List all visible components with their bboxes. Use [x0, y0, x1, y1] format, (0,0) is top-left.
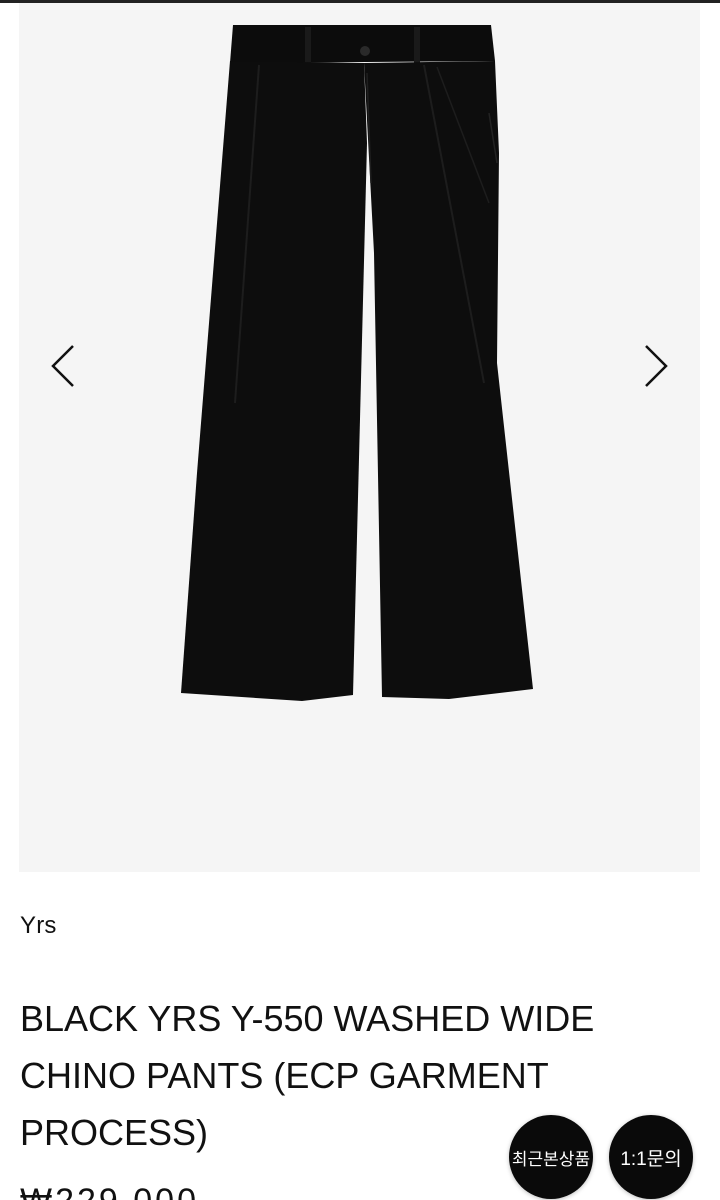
chevron-right-icon — [645, 345, 668, 387]
product-page: Yrs BLACK YRS Y-550 WASHED WIDE CHINO PA… — [0, 0, 720, 1200]
previous-image-button[interactable] — [45, 336, 85, 396]
recently-viewed-button[interactable]: 최근본상품 — [509, 1115, 593, 1199]
product-price: ₩229,000 — [20, 1182, 199, 1200]
inquiry-button[interactable]: 1:1문의 — [609, 1115, 693, 1199]
product-image — [181, 25, 533, 701]
next-image-button[interactable] — [634, 336, 674, 396]
product-image-gallery[interactable] — [19, 3, 700, 872]
brand-name[interactable]: Yrs — [20, 912, 57, 940]
chevron-left-icon — [51, 345, 74, 387]
